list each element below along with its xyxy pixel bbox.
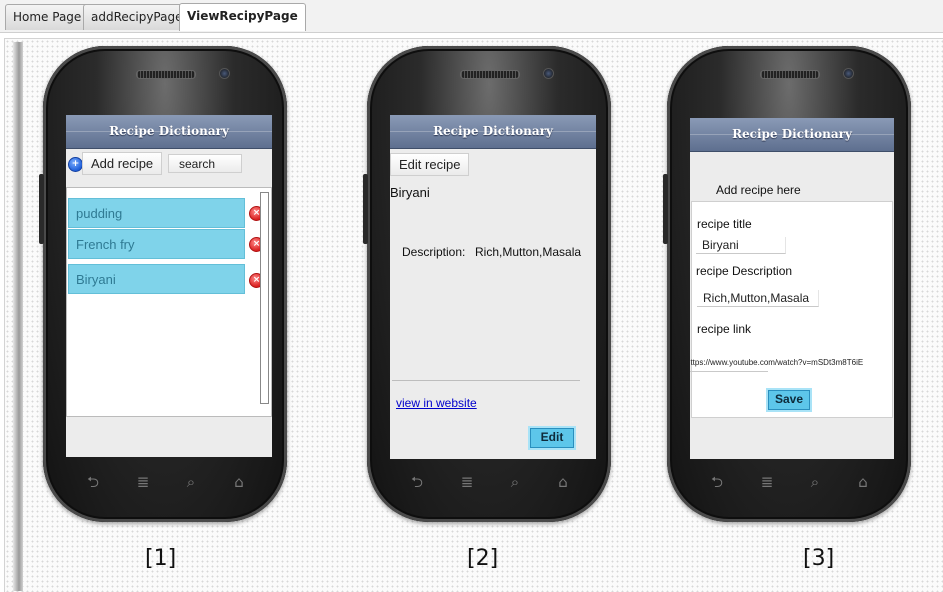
app-header: Recipe Dictionary (390, 115, 596, 149)
canvas-ruler (13, 42, 23, 591)
edit-button[interactable]: Edit (530, 428, 574, 448)
form-heading: Add recipe here (716, 183, 801, 197)
tab-add-recipy-page[interactable]: addRecipyPage (83, 4, 191, 30)
home-icon: ⌂ (558, 473, 568, 491)
app-header: Recipe Dictionary (690, 118, 894, 152)
recipe-title-label: recipe title (697, 217, 752, 231)
link-input-underline (690, 371, 768, 372)
edit-recipe-tab[interactable]: Edit recipe (390, 153, 470, 176)
add-recipe-form (691, 201, 893, 418)
recipe-description-input[interactable]: Rich,Mutton,Masala (697, 290, 819, 307)
tab-bar: Home Page addRecipyPage ViewRecipyPage (0, 0, 943, 33)
add-recipe-button[interactable]: Add recipe (82, 152, 163, 175)
phone-screen-3: Recipe Dictionary Add recipe here recipe… (690, 118, 894, 459)
description-label: Description: (402, 245, 466, 259)
speaker-grille (136, 70, 196, 79)
camera-icon (219, 68, 230, 79)
camera-icon (843, 68, 854, 79)
phone-frame-3: Recipe Dictionary Add recipe here recipe… (663, 46, 911, 522)
divider (392, 380, 580, 381)
list-scrollbar[interactable] (260, 192, 269, 404)
view-in-website-link[interactable]: view in website (396, 396, 477, 410)
hardware-buttons: ⮌ ≣ ⌕ ⌂ (367, 472, 611, 496)
hardware-buttons: ⮌ ≣ ⌕ ⌂ (667, 472, 911, 496)
caption-2: [2] (467, 546, 499, 571)
camera-icon (543, 68, 554, 79)
back-icon: ⮌ (710, 473, 723, 491)
phone-frame-1: Recipe Dictionary + Add recipe search pu… (39, 46, 287, 522)
list-item[interactable]: French fry (68, 229, 245, 259)
speaker-grille (460, 70, 520, 79)
recipe-list: pudding French fry Biryani × × × (66, 187, 272, 417)
recipe-title-input[interactable]: Biryani (696, 237, 786, 254)
home-icon: ⌂ (234, 473, 244, 491)
search-button[interactable]: search (168, 154, 242, 173)
menu-icon: ≣ (460, 473, 474, 491)
recipe-link-label: recipe link (697, 322, 752, 336)
search-icon: ⌕ (510, 473, 520, 491)
volume-key (39, 174, 44, 244)
save-button[interactable]: Save (768, 390, 810, 410)
back-icon: ⮌ (410, 473, 423, 491)
speaker-grille (760, 70, 820, 79)
back-icon: ⮌ (86, 473, 99, 491)
search-icon: ⌕ (186, 473, 196, 491)
caption-1: [1] (145, 546, 177, 571)
volume-key (363, 174, 368, 244)
tab-home-page[interactable]: Home Page (5, 4, 90, 30)
search-icon: ⌕ (810, 473, 820, 491)
add-icon[interactable]: + (68, 157, 83, 172)
hardware-buttons: ⮌ ≣ ⌕ ⌂ (43, 472, 287, 496)
recipe-name: Biryani (390, 185, 430, 200)
menu-icon: ≣ (760, 473, 774, 491)
app-header: Recipe Dictionary (66, 115, 272, 149)
home-icon: ⌂ (858, 473, 868, 491)
tab-view-recipy-page[interactable]: ViewRecipyPage (179, 3, 306, 31)
list-item[interactable]: pudding (68, 198, 245, 228)
caption-3: [3] (803, 546, 835, 571)
phone-screen-1: Recipe Dictionary + Add recipe search pu… (66, 115, 272, 457)
list-item[interactable]: Biryani (68, 264, 245, 294)
recipe-description-label: recipe Description (696, 264, 793, 278)
phone-frame-2: Recipe Dictionary Edit recipe Biryani De… (363, 46, 611, 522)
volume-key (663, 174, 668, 244)
menu-icon: ≣ (136, 473, 150, 491)
description-value: Rich,Mutton,Masala (475, 245, 582, 259)
phone-screen-2: Recipe Dictionary Edit recipe Biryani De… (390, 115, 596, 459)
recipe-link-input[interactable]: https://www.youtube.com/watch?v=mSDt3m8T… (690, 354, 894, 371)
